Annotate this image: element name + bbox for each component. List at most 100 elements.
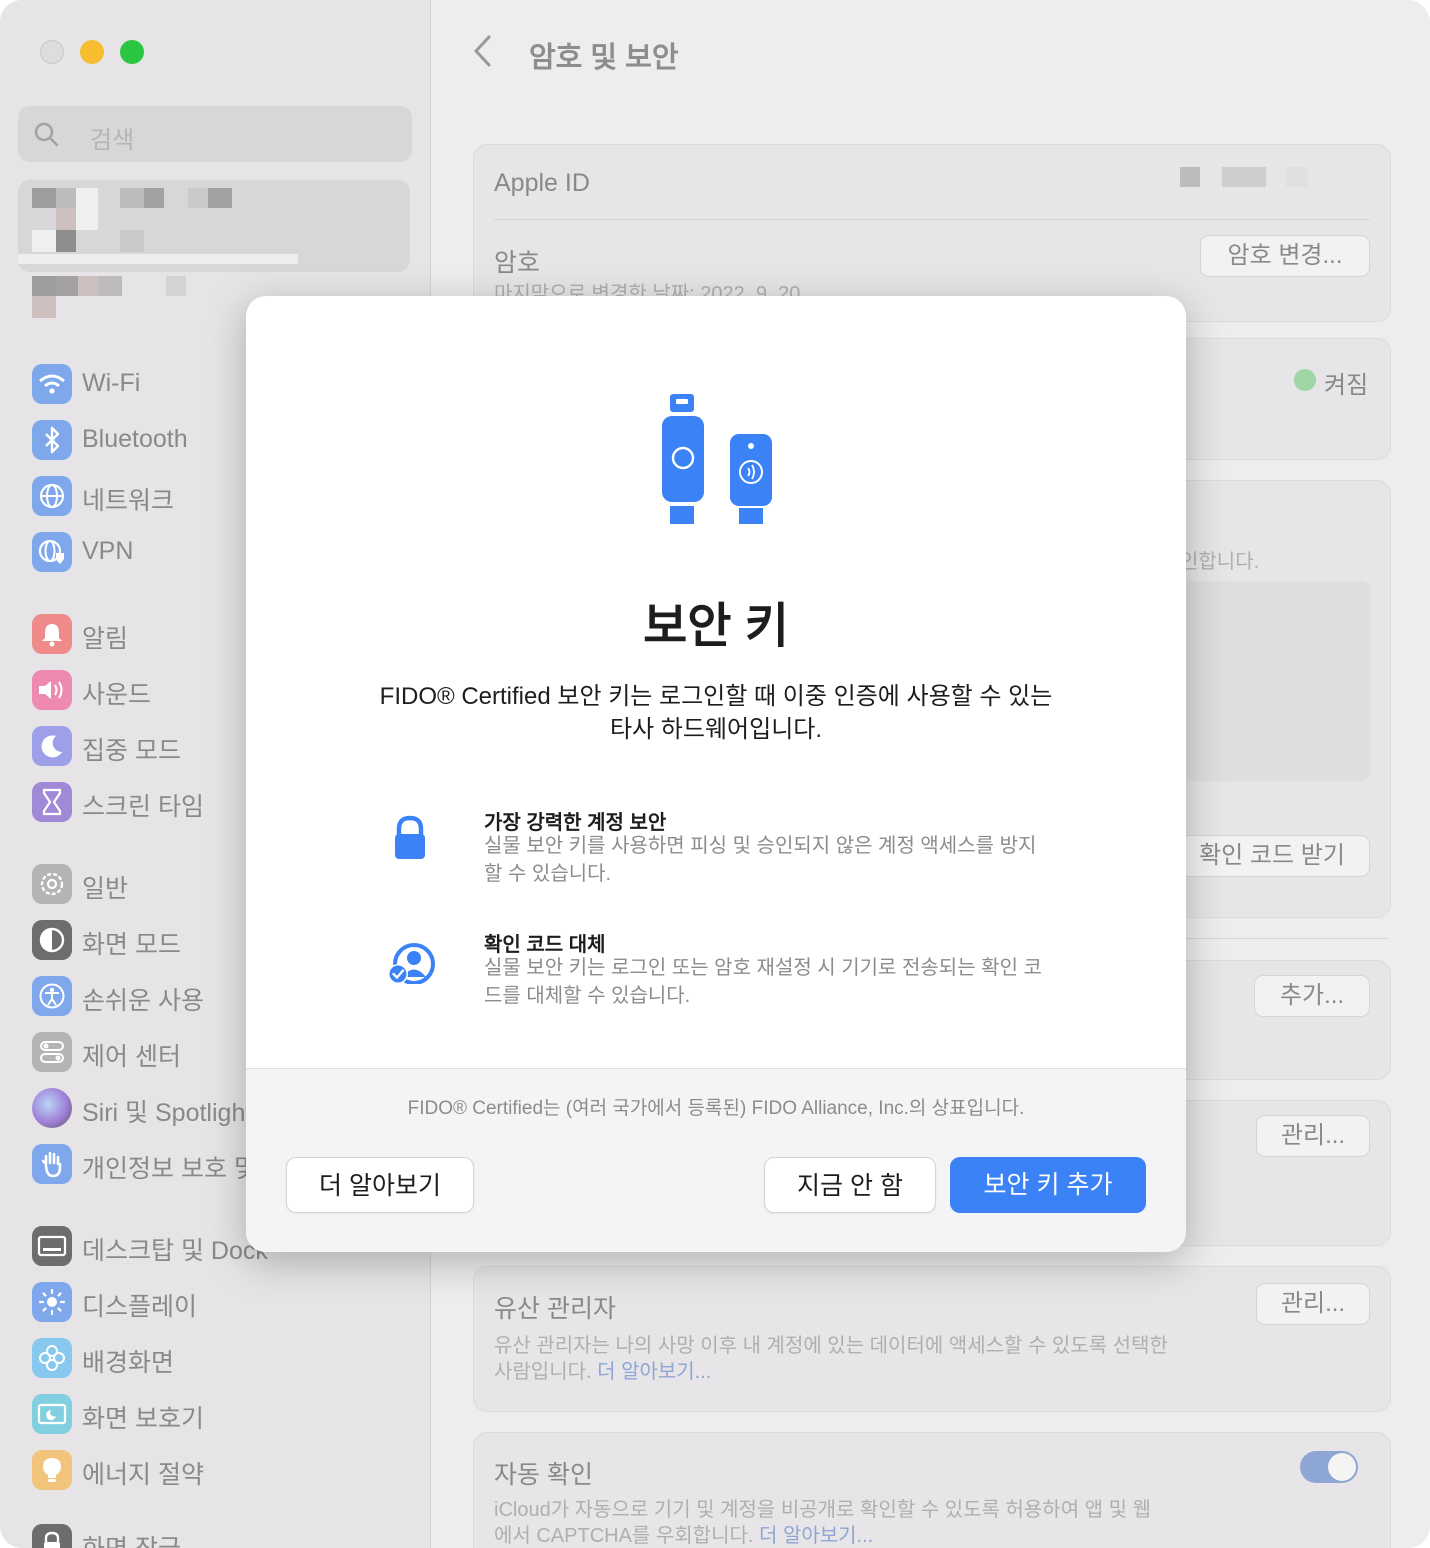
search-icon (34, 122, 59, 147)
divider (494, 219, 1370, 220)
person-check-icon (388, 943, 435, 984)
dock-icon (32, 1226, 72, 1266)
apple-id-value-blur (1180, 167, 1200, 187)
sidebar-item-screen-saver[interactable]: 화면 보호기 (30, 1392, 430, 1438)
accessibility-icon (32, 976, 72, 1016)
legacy-title: 유산 관리자 (494, 1295, 616, 1323)
search-field[interactable]: 검색 (18, 106, 412, 162)
toggle-knob (1328, 1453, 1356, 1481)
profile-avatar-blur (32, 276, 56, 296)
sidebar-item-label: 에너지 절약 (82, 1461, 204, 1489)
profile-blur (32, 296, 56, 318)
feature-item: 가장 강력한 계정 보안 실물 보안 키를 사용하면 피싱 및 승인되지 않은 … (382, 806, 1062, 896)
sidebar-item-label: 화면 모드 (82, 931, 181, 959)
sidebar-item-displays[interactable]: 디스플레이 (30, 1280, 430, 1326)
status-dot (1294, 369, 1316, 391)
sidebar-item-label: 스크린 타임 (82, 793, 204, 821)
zoom-window-button[interactable] (120, 40, 144, 64)
page-title: 암호 및 보안 (529, 42, 679, 74)
profile-blur (78, 276, 98, 296)
profile-blur (166, 276, 186, 296)
sidebar-item-label: VPN (82, 537, 134, 565)
not-now-button[interactable]: 지금 안 함 (764, 1157, 936, 1213)
speaker-icon (32, 670, 72, 710)
hourglass-icon (32, 782, 72, 822)
dialog-footer: FIDO® Certified는 (여러 국가에서 등록된) FIDO Alli… (246, 1068, 1186, 1252)
bulb-icon (32, 1450, 72, 1490)
sidebar-item-label: 배경화면 (82, 1349, 175, 1377)
sidebar-item-energy-saver[interactable]: 에너지 절약 (30, 1448, 430, 1494)
change-password-button[interactable]: 암호 변경... (1200, 235, 1370, 277)
auto-verify-toggle[interactable] (1300, 1451, 1358, 1483)
sidebar-item-label: 집중 모드 (82, 737, 181, 765)
feature-item: 확인 코드 대체 실물 보안 키는 로그인 또는 암호 재설정 시 기기로 전송… (382, 928, 1062, 1018)
back-chevron-icon[interactable] (471, 34, 493, 77)
vpn-globe-icon (32, 532, 72, 572)
learn-more-button[interactable]: 더 알아보기 (286, 1157, 474, 1213)
close-window-button[interactable] (40, 40, 64, 64)
auto-verify-description: iCloud가 자동으로 기기 및 계정을 비공개로 확인할 수 있도록 허용하… (494, 1497, 1154, 1548)
auto-verify-learn-more-link[interactable]: 더 알아보기... (759, 1525, 873, 1547)
hand-icon (32, 1144, 72, 1184)
sidebar-item-label: Wi-Fi (82, 369, 141, 397)
add-security-key-button[interactable]: 추가... (1254, 975, 1370, 1017)
feature-description: 실물 보안 키는 로그인 또는 암호 재설정 시 기기로 전송되는 확인 코드를… (484, 957, 1042, 1007)
sidebar-item-label: 일반 (82, 875, 129, 903)
search-placeholder: 검색 (90, 127, 135, 154)
minimize-window-button[interactable] (80, 40, 104, 64)
sidebar-item-label: Bluetooth (82, 425, 188, 453)
auto-verify-card: 자동 확인 iCloud가 자동으로 기기 및 계정을 비공개로 확인할 수 있… (473, 1432, 1391, 1548)
trusted-description: 인합니다. (1180, 551, 1260, 573)
sidebar-item-label: 화면 잠금 (82, 1529, 181, 1548)
siri-icon (32, 1088, 72, 1128)
screensaver-icon (32, 1394, 72, 1434)
auto-verify-title: 자동 확인 (494, 1461, 593, 1489)
sun-icon (32, 1282, 72, 1322)
sidebar-item-label: 디스플레이 (82, 1293, 198, 1321)
apple-id-profile[interactable] (18, 180, 410, 272)
legacy-learn-more-link[interactable]: 더 알아보기... (597, 1361, 711, 1383)
globe-icon (32, 476, 72, 516)
profile-blur (98, 276, 122, 296)
settings-window: 검색 Wi-Fi Bluetooth 네트워크 VPN 알림 사운드 집중 모드… (0, 0, 1430, 1548)
apple-id-label: Apple ID (494, 169, 590, 197)
password-label: 암호 (494, 249, 541, 277)
manage-recovery-button[interactable]: 관리... (1256, 1115, 1370, 1157)
sidebar-item-lock-screen[interactable]: 화면 잠금 (30, 1522, 430, 1548)
sidebar-item-label: 네트워크 (82, 487, 175, 515)
dialog-title: 보안 키 (643, 600, 789, 653)
manage-legacy-button[interactable]: 관리... (1256, 1283, 1370, 1325)
appearance-icon (32, 920, 72, 960)
sidebar-item-label: 화면 보호기 (82, 1405, 204, 1433)
sidebar-item-label: 제어 센터 (82, 1043, 181, 1071)
dialog-description: FIDO® Certified 보안 키는 로그인할 때 이중 인증에 사용할 … (379, 683, 1053, 743)
get-verification-code-button[interactable]: 확인 코드 받기 (1174, 835, 1370, 877)
wifi-icon (32, 364, 72, 404)
bluetooth-icon (32, 420, 72, 460)
two-factor-status: 켜짐 (1324, 372, 1369, 399)
add-security-keys-button[interactable]: 보안 키 추가 (950, 1157, 1146, 1213)
feature-description: 실물 보안 키를 사용하면 피싱 및 승인되지 않은 계정 액세스를 방지할 수… (484, 835, 1037, 885)
sidebar-item-label: Siri 및 Spotlight (82, 1099, 253, 1127)
apple-id-value-blur (1222, 167, 1266, 187)
toggles-icon (32, 1032, 72, 1072)
profile-blur (56, 276, 78, 296)
legacy-description-text: 유산 관리자는 나의 사망 이후 내 계정에 있는 데이터에 액세스할 수 있도… (494, 1335, 1168, 1383)
lock-icon (32, 1524, 72, 1548)
feature-title: 확인 코드 대체 (484, 934, 606, 956)
sidebar-item-wallpaper[interactable]: 배경화면 (30, 1336, 430, 1382)
sidebar-item-label: 손쉬운 사용 (82, 987, 204, 1015)
trademark-notice: FIDO® Certified는 (여러 국가에서 등록된) FIDO Alli… (407, 1098, 1025, 1119)
sidebar-item-label: 사운드 (82, 681, 152, 709)
legacy-contact-card: 유산 관리자 유산 관리자는 나의 사망 이후 내 계정에 있는 데이터에 액세… (473, 1266, 1391, 1412)
apple-id-value-blur (1286, 167, 1308, 187)
sidebar-item-label: 알림 (82, 625, 129, 653)
gear-icon (32, 864, 72, 904)
lock-icon (395, 815, 425, 859)
sidebar-item-label: 데스크탑 및 Dock (82, 1237, 268, 1265)
security-keys-dialog: 보안 키 FIDO® Certified 보안 키는 로그인할 때 이중 인증에… (246, 296, 1186, 1252)
moon-icon (32, 726, 72, 766)
legacy-description: 유산 관리자는 나의 사망 이후 내 계정에 있는 데이터에 액세스할 수 있도… (494, 1333, 1174, 1385)
feature-title: 가장 강력한 계정 보안 (484, 812, 667, 834)
security-key-icon (662, 394, 772, 524)
